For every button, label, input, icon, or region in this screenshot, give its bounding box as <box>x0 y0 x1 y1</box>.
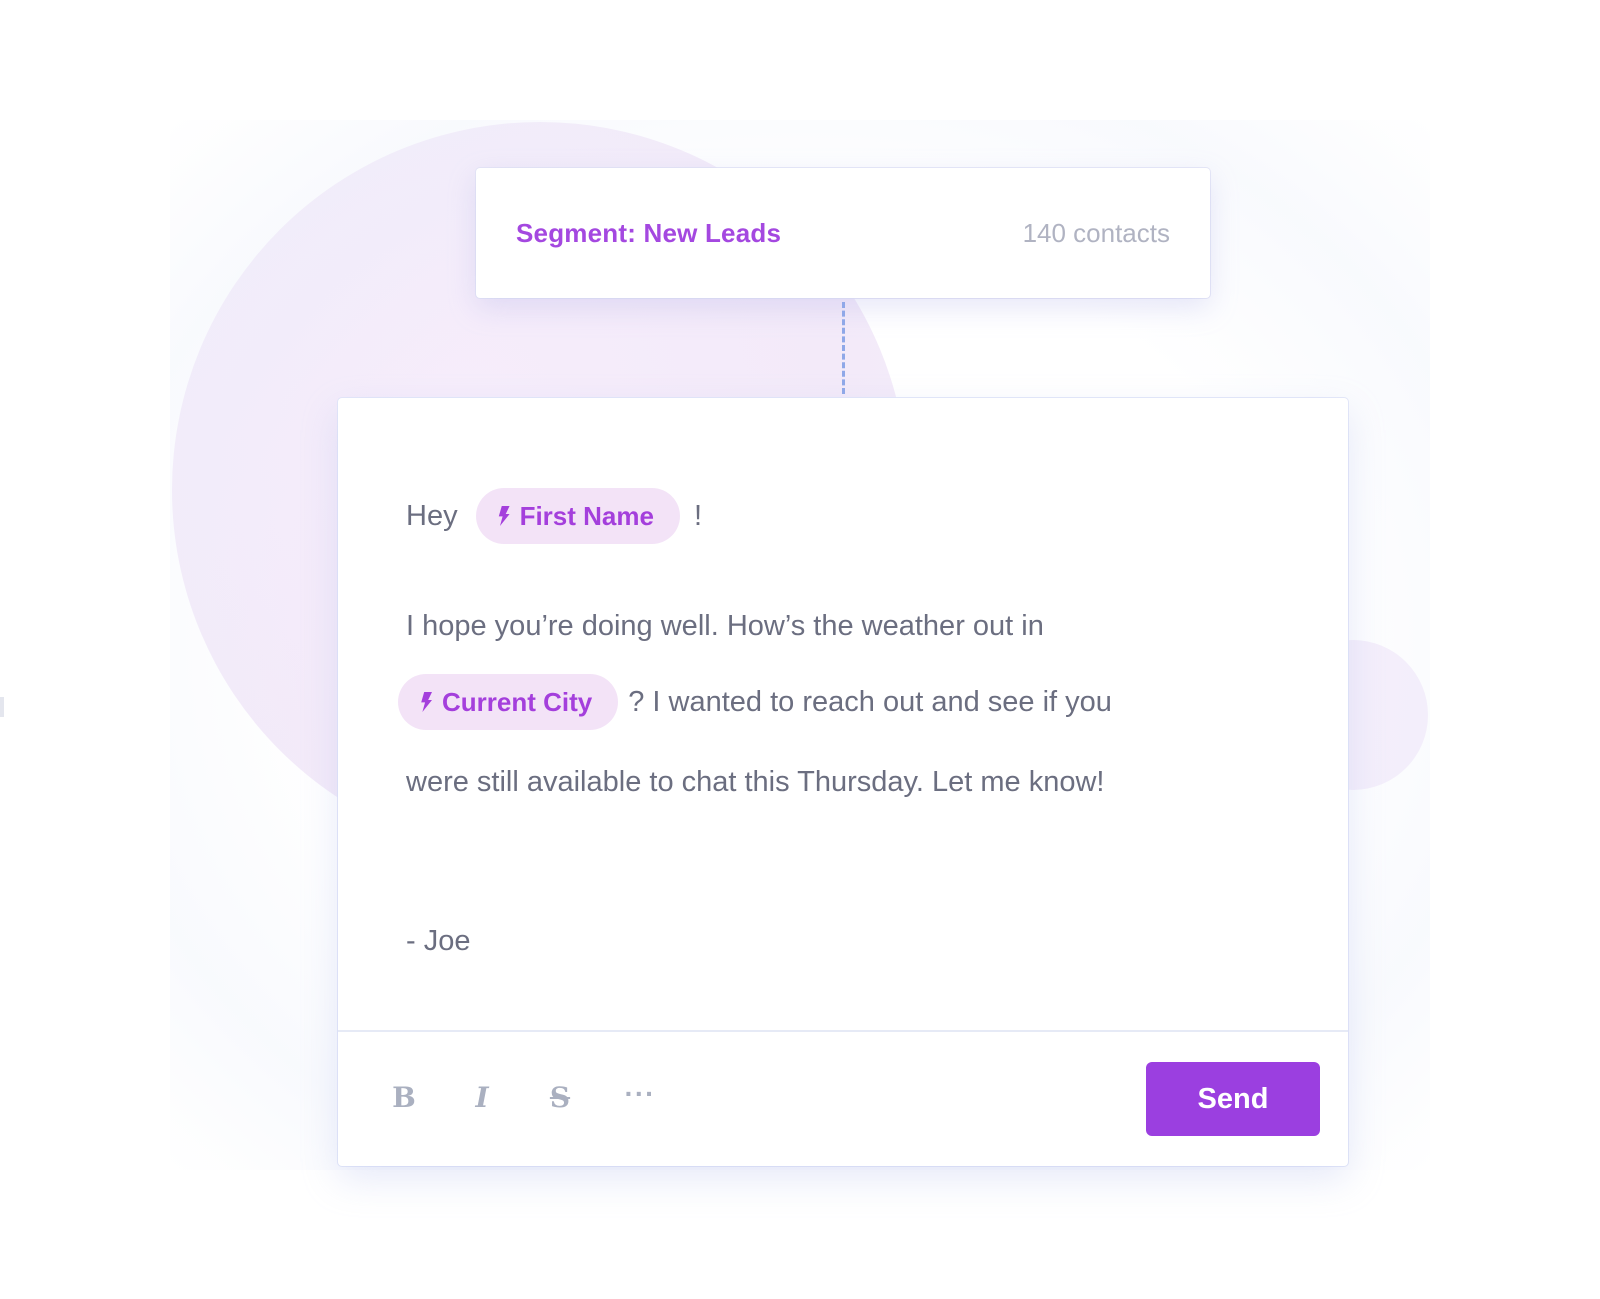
flow-connector <box>842 302 845 394</box>
body-line-2-text: ? I wanted to reach out and see if you <box>628 685 1112 718</box>
signature-line: - Joe <box>406 913 470 969</box>
message-body[interactable]: Hey First Name ! I hope you’re doing wel… <box>398 488 1288 957</box>
body-line-3-text: were still available to chat this Thursd… <box>406 765 1105 798</box>
greeting-prefix: Hey <box>406 499 458 532</box>
bolt-icon <box>421 692 432 712</box>
greeting-suffix: ! <box>693 499 703 532</box>
segment-contact-count: 140 contacts <box>1022 217 1170 248</box>
body-line-2: Current City ? I wanted to reach out and… <box>398 674 1112 730</box>
segment-label: Segment: New Leads <box>516 217 782 248</box>
strikethrough-icon[interactable]: S <box>540 1076 580 1120</box>
send-button[interactable]: Send <box>1146 1062 1320 1136</box>
body-line-1-text: I hope you’re doing well. How’s the weat… <box>406 609 1044 642</box>
italic-icon[interactable]: I <box>462 1076 502 1120</box>
signature: - Joe <box>406 924 471 957</box>
segment-card[interactable]: Segment: New Leads 140 contacts <box>476 168 1210 298</box>
first-name-tag-label: First Name <box>519 500 654 531</box>
more-icon[interactable]: ··· <box>620 1076 660 1120</box>
formatting-toolbar: B I S ··· Send <box>338 1030 1348 1166</box>
current-city-tag-label: Current City <box>442 686 593 717</box>
message-composer: Hey First Name ! I hope you’re doing wel… <box>338 398 1348 1166</box>
body-line-1: I hope you’re doing well. How’s the weat… <box>406 598 1044 654</box>
current-city-merge-tag[interactable]: Current City <box>398 674 619 730</box>
body-line-3: were still available to chat this Thursd… <box>406 754 1104 810</box>
first-name-merge-tag[interactable]: First Name <box>475 488 680 544</box>
bolt-icon <box>498 506 510 526</box>
bold-icon[interactable]: B <box>384 1076 424 1120</box>
greeting-line: Hey First Name ! <box>406 488 1288 544</box>
edge-marker <box>0 697 4 717</box>
